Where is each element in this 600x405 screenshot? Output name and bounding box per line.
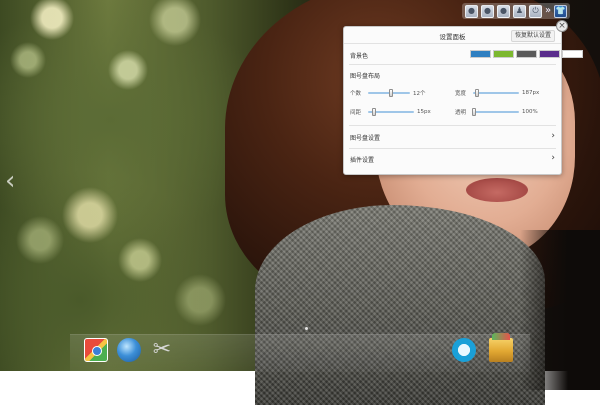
page-indicator-dot[interactable] xyxy=(305,327,308,330)
count-slider[interactable] xyxy=(368,89,410,97)
person-icon[interactable]: ♟ xyxy=(513,4,526,18)
tools-icon[interactable]: ✂ xyxy=(150,338,174,362)
color-swatch[interactable] xyxy=(470,50,491,58)
power-icon[interactable]: ⏻ xyxy=(529,4,542,18)
reset-defaults-button[interactable]: 恢复默认设置 xyxy=(510,30,555,42)
mini-toolbar: ● ● ● ♟ ⏻ » 👕 xyxy=(462,3,571,19)
divider xyxy=(349,64,556,65)
opacity-slider-row: 透明 100% xyxy=(455,108,538,116)
width-slider-value: 187px xyxy=(522,90,540,96)
count-slider-row: 个数 12个 xyxy=(350,89,426,97)
color-swatch[interactable] xyxy=(562,50,583,58)
circle-icon[interactable]: ● xyxy=(497,4,510,18)
dial-settings-label: 图号盘设置 xyxy=(350,135,381,142)
plugin-settings-label: 插件设置 xyxy=(350,157,375,164)
opacity-slider[interactable] xyxy=(471,108,519,116)
shirt-icon[interactable]: 👕 xyxy=(554,4,568,18)
previous-page-arrow[interactable]: ‹ xyxy=(5,168,15,194)
chevron-right-icon[interactable]: › xyxy=(551,154,555,163)
color-swatch[interactable] xyxy=(539,50,560,58)
panel-header: 设置面板 恢复默认设置 xyxy=(344,27,561,44)
background-color-swatches xyxy=(470,50,583,58)
plugin-settings-row[interactable]: 插件设置 › xyxy=(350,154,555,165)
dial-settings-row[interactable]: 图号盘设置 › xyxy=(350,132,555,143)
divider xyxy=(349,125,556,126)
close-icon[interactable]: × xyxy=(556,20,568,32)
browser-icon[interactable] xyxy=(117,338,141,362)
circle-icon[interactable]: ● xyxy=(481,4,494,18)
count-slider-value: 12个 xyxy=(413,91,426,97)
clock-icon[interactable] xyxy=(452,338,476,362)
opacity-slider-label: 透明 xyxy=(455,110,467,116)
toolbar-separator: » xyxy=(545,5,552,16)
spacing-slider-row: 间距 15px xyxy=(350,108,431,116)
count-slider-label: 个数 xyxy=(350,91,362,97)
width-slider[interactable] xyxy=(473,89,519,97)
divider xyxy=(349,148,556,149)
width-slider-label: 宽度 xyxy=(455,91,467,97)
box-icon[interactable] xyxy=(489,333,513,362)
spacing-slider-value: 15px xyxy=(417,109,431,115)
spacing-slider[interactable] xyxy=(368,108,414,116)
settings-panel: 设置面板 恢复默认设置 背景色 图号盘布局 个数 12个 宽度 187px 间距… xyxy=(343,26,562,175)
wallpaper-shadow xyxy=(520,230,600,390)
background-color-label: 背景色 xyxy=(350,53,369,60)
layout-section-label: 图号盘布局 xyxy=(350,73,381,80)
color-swatch[interactable] xyxy=(516,50,537,58)
width-slider-thumb[interactable] xyxy=(474,89,479,97)
wallpaper-lips xyxy=(466,178,528,202)
count-slider-thumb[interactable] xyxy=(389,89,394,97)
opacity-slider-thumb[interactable] xyxy=(471,108,476,116)
app-store-icon[interactable] xyxy=(84,338,108,362)
spacing-slider-label: 间距 xyxy=(350,110,362,116)
spacing-slider-thumb[interactable] xyxy=(371,108,376,116)
opacity-slider-value: 100% xyxy=(522,109,538,115)
color-swatch[interactable] xyxy=(493,50,514,58)
width-slider-row: 宽度 187px xyxy=(455,89,539,97)
chevron-right-icon[interactable]: › xyxy=(551,132,555,141)
circle-icon[interactable]: ● xyxy=(465,4,478,18)
wallpaper-coat xyxy=(255,205,545,405)
